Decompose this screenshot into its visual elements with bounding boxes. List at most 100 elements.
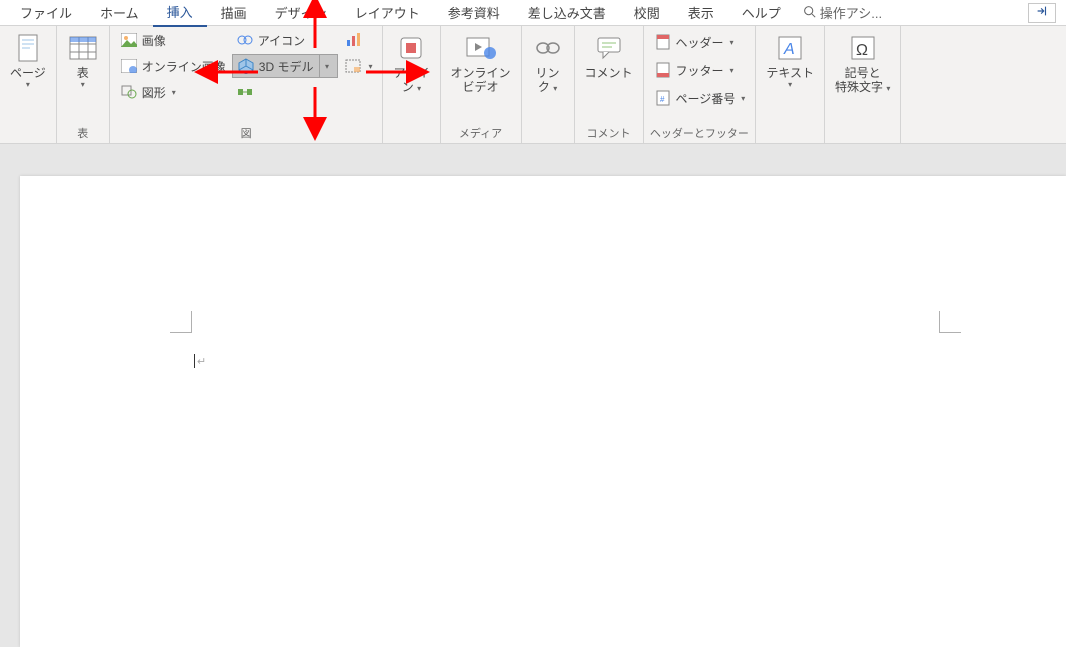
svg-text:A: A bbox=[783, 41, 795, 58]
omega-icon: Ω bbox=[847, 32, 879, 64]
group-tables-label: 表 bbox=[63, 125, 103, 143]
tab-home[interactable]: ホーム bbox=[86, 0, 153, 26]
smartart-button[interactable] bbox=[232, 80, 339, 104]
tab-draw[interactable]: 描画 bbox=[207, 0, 261, 26]
screenshot-button[interactable]: ▾ bbox=[340, 54, 376, 78]
group-media: オンライン ビデオ メディア bbox=[441, 26, 522, 143]
group-media-label: メディア bbox=[447, 125, 515, 143]
table-icon bbox=[67, 32, 99, 64]
comment-label: コメント bbox=[585, 66, 633, 80]
comment-icon bbox=[593, 32, 625, 64]
group-tables: 表 ▾ 表 bbox=[57, 26, 110, 143]
3d-models-button[interactable]: 3D モデル ▾ bbox=[232, 54, 339, 78]
document-area: ↵ bbox=[0, 146, 1066, 647]
chart-icon bbox=[344, 31, 362, 49]
search-icon bbox=[803, 5, 816, 21]
share-icon bbox=[1035, 4, 1049, 21]
dropdown-caret-icon[interactable]: ▾ bbox=[319, 55, 333, 77]
icons-label: アイコン bbox=[258, 32, 305, 49]
ribbon-tabs: ファイル ホーム 挿入 描画 デザイン レイアウト 参考資料 差し込み文書 校閲… bbox=[0, 0, 1066, 26]
page-number-label: ページ番号 bbox=[676, 90, 736, 107]
shapes-label: 図形 bbox=[142, 84, 166, 101]
margin-corner-tr bbox=[939, 311, 961, 333]
text-label: テキスト bbox=[766, 66, 814, 80]
dropdown-caret-icon: ▾ bbox=[788, 80, 792, 90]
group-text-label bbox=[762, 125, 818, 143]
shapes-icon bbox=[120, 83, 138, 101]
dropdown-caret-icon: ▾ bbox=[368, 62, 372, 71]
group-addins: アドイ ン ▾ bbox=[383, 26, 440, 143]
text-cursor[interactable]: ↵ bbox=[194, 354, 206, 368]
tab-layout[interactable]: レイアウト bbox=[341, 0, 434, 26]
online-video-button[interactable]: オンライン ビデオ bbox=[447, 28, 515, 99]
share-button[interactable] bbox=[1028, 3, 1056, 23]
group-pages-label bbox=[6, 125, 50, 143]
footer-button[interactable]: フッター ▾ bbox=[650, 58, 750, 82]
links-button[interactable]: リン ク ▾ bbox=[528, 28, 568, 99]
group-header-footer-label: ヘッダーとフッター bbox=[650, 125, 750, 143]
screenshot-icon bbox=[344, 57, 362, 75]
dropdown-caret-icon: ▾ bbox=[172, 88, 176, 97]
links-label-2: ク bbox=[538, 80, 550, 94]
group-pages: ページ ▾ bbox=[0, 26, 57, 143]
document-page[interactable]: ↵ bbox=[20, 176, 1066, 647]
tab-review[interactable]: 校閲 bbox=[620, 0, 674, 26]
table-label: 表 bbox=[77, 66, 89, 80]
online-picture-icon bbox=[120, 57, 138, 75]
addins-label-2: ン bbox=[402, 80, 414, 94]
shapes-button[interactable]: 図形 ▾ bbox=[116, 80, 230, 104]
symbols-button[interactable]: Ω 記号と 特殊文字 ▾ bbox=[831, 28, 894, 99]
picture-icon bbox=[120, 31, 138, 49]
online-video-label-2: ビデオ bbox=[463, 80, 499, 94]
smartart-icon bbox=[236, 83, 254, 101]
group-links-label bbox=[528, 125, 568, 143]
icons-icon bbox=[236, 31, 254, 49]
pages-button[interactable]: ページ ▾ bbox=[6, 28, 50, 94]
group-comments-label: コメント bbox=[581, 125, 637, 143]
svg-text:#: # bbox=[660, 95, 665, 104]
links-label-1: リン bbox=[536, 66, 560, 80]
tab-insert[interactable]: 挿入 bbox=[153, 0, 207, 27]
pages-label: ページ bbox=[10, 66, 46, 80]
tab-help[interactable]: ヘルプ bbox=[728, 0, 795, 26]
addins-icon bbox=[395, 32, 427, 64]
online-pictures-button[interactable]: オンライン画像 bbox=[116, 54, 230, 78]
group-addins-label bbox=[389, 125, 433, 143]
tab-file[interactable]: ファイル bbox=[6, 0, 86, 26]
comment-button[interactable]: コメント bbox=[581, 28, 637, 84]
dropdown-caret-icon: ▾ bbox=[730, 38, 734, 47]
dropdown-caret-icon: ▾ bbox=[730, 66, 734, 75]
tab-view[interactable]: 表示 bbox=[674, 0, 728, 26]
svg-text:Ω: Ω bbox=[856, 42, 868, 59]
text-button[interactable]: A テキスト ▾ bbox=[762, 28, 818, 94]
header-button[interactable]: ヘッダー ▾ bbox=[650, 30, 750, 54]
chart-button[interactable] bbox=[340, 28, 376, 52]
symbols-label-1: 記号と bbox=[845, 66, 881, 80]
icons-button[interactable]: アイコン bbox=[232, 28, 339, 52]
group-symbols-label bbox=[831, 125, 894, 143]
header-label: ヘッダー bbox=[676, 34, 724, 51]
group-text: A テキスト ▾ bbox=[756, 26, 825, 143]
tab-references[interactable]: 参考資料 bbox=[434, 0, 514, 26]
dropdown-caret-icon: ▾ bbox=[81, 80, 85, 90]
margin-corner-tl bbox=[170, 311, 192, 333]
symbols-label-2: 特殊文字 bbox=[835, 80, 883, 94]
group-symbols: Ω 記号と 特殊文字 ▾ bbox=[825, 26, 901, 143]
addins-button[interactable]: アドイ ン ▾ bbox=[389, 28, 433, 99]
tell-me-search[interactable]: 操作アシ... bbox=[795, 3, 890, 22]
dropdown-caret-icon: ▾ bbox=[553, 84, 557, 93]
dropdown-caret-icon: ▾ bbox=[26, 80, 30, 90]
page-number-button[interactable]: # ページ番号 ▾ bbox=[650, 86, 750, 110]
group-links: リン ク ▾ bbox=[522, 26, 575, 143]
group-comments: コメント コメント bbox=[575, 26, 644, 143]
table-button[interactable]: 表 ▾ bbox=[63, 28, 103, 94]
page-icon bbox=[12, 32, 44, 64]
cube-icon bbox=[237, 57, 255, 75]
online-pictures-label: オンライン画像 bbox=[142, 58, 226, 75]
tab-design[interactable]: デザイン bbox=[261, 0, 341, 26]
group-illustrations: 画像 オンライン画像 図形 ▾ アイコン bbox=[110, 26, 384, 143]
ribbon: ページ ▾ 表 ▾ 表 画像 bbox=[0, 26, 1066, 144]
header-icon bbox=[654, 33, 672, 51]
tab-mailings[interactable]: 差し込み文書 bbox=[514, 0, 620, 26]
pictures-button[interactable]: 画像 bbox=[116, 28, 230, 52]
